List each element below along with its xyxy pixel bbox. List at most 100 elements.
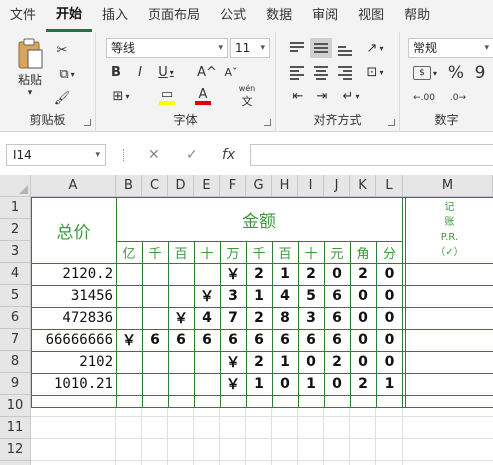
- currency-button[interactable]: $ ▾: [408, 62, 442, 84]
- increase-decimal-button[interactable]: ←.00: [410, 88, 438, 108]
- digit-cell[interactable]: [116, 285, 142, 307]
- name-box[interactable]: I14 ▾: [6, 144, 106, 166]
- digit-cell[interactable]: [142, 263, 168, 285]
- digit-cell[interactable]: 2: [298, 263, 324, 285]
- orientation-button[interactable]: ↗ ▾: [360, 38, 390, 58]
- digit-cell[interactable]: 0: [376, 307, 403, 329]
- bold-button[interactable]: B: [106, 62, 126, 82]
- digit-cell[interactable]: 6: [246, 329, 272, 351]
- digit-cell[interactable]: 6: [142, 329, 168, 351]
- underline-button[interactable]: U ▾: [152, 62, 180, 82]
- clipboard-launcher-icon[interactable]: [84, 119, 91, 126]
- digit-cell[interactable]: ￥: [168, 307, 194, 329]
- ribbon-tab[interactable]: 开始: [46, 1, 93, 32]
- column-header-b[interactable]: B: [116, 175, 142, 197]
- decrease-indent-button[interactable]: ⇤: [288, 86, 308, 106]
- column-header-m[interactable]: M: [403, 175, 493, 197]
- column-header-l[interactable]: L: [376, 175, 403, 197]
- comma-style-button[interactable]: 9: [470, 62, 490, 84]
- digit-cell[interactable]: 0: [376, 329, 403, 351]
- digit-cell[interactable]: 2: [246, 351, 272, 373]
- digit-cell[interactable]: [116, 307, 142, 329]
- digit-cell[interactable]: 0: [350, 351, 376, 373]
- digit-cell[interactable]: [168, 263, 194, 285]
- digit-cell[interactable]: 3: [220, 285, 246, 307]
- font-color-button[interactable]: A: [188, 86, 218, 106]
- percent-button[interactable]: %: [446, 62, 466, 84]
- digit-cell[interactable]: 4: [194, 307, 220, 329]
- digit-cell[interactable]: 1: [272, 351, 298, 373]
- decrease-font-button[interactable]: Aˇ: [220, 62, 242, 82]
- digit-cell[interactable]: 6: [168, 329, 194, 351]
- column-header-f[interactable]: F: [220, 175, 246, 197]
- digit-cell[interactable]: 0: [324, 373, 350, 395]
- digit-cell[interactable]: [142, 373, 168, 395]
- align-bottom-button[interactable]: [336, 40, 354, 56]
- font-launcher-icon[interactable]: [264, 119, 271, 126]
- fill-color-button[interactable]: ▭: [152, 86, 182, 106]
- wrap-merge-button[interactable]: ⊡ ▾: [360, 62, 390, 82]
- digit-cell[interactable]: 8: [272, 307, 298, 329]
- digit-cell[interactable]: 0: [324, 263, 350, 285]
- total-value-cell[interactable]: 31456: [31, 285, 113, 307]
- ribbon-tab[interactable]: 帮助: [394, 0, 440, 32]
- digit-cell[interactable]: 6: [324, 329, 350, 351]
- row-header-4[interactable]: 4: [0, 263, 31, 285]
- digit-cell[interactable]: [116, 351, 142, 373]
- digit-cell[interactable]: 2: [246, 307, 272, 329]
- ribbon-tab[interactable]: 审阅: [302, 0, 348, 32]
- decrease-decimal-button[interactable]: .0→: [444, 88, 472, 108]
- select-all-button[interactable]: [0, 175, 31, 197]
- digit-cell[interactable]: 3: [298, 307, 324, 329]
- ribbon-tab[interactable]: 文件: [0, 0, 46, 32]
- column-header-a[interactable]: A: [31, 175, 116, 197]
- total-value-cell[interactable]: 2102: [31, 351, 113, 373]
- digit-cell[interactable]: 0: [298, 351, 324, 373]
- digit-cell[interactable]: 1: [298, 373, 324, 395]
- align-left-button[interactable]: [288, 64, 306, 80]
- phonetic-button[interactable]: wén 文: [232, 84, 262, 108]
- digit-cell[interactable]: [142, 285, 168, 307]
- digit-cell[interactable]: 1: [246, 285, 272, 307]
- digit-cell[interactable]: ￥: [220, 373, 246, 395]
- row-header-10[interactable]: 10: [0, 395, 31, 417]
- digit-cell[interactable]: [168, 285, 194, 307]
- digit-cell[interactable]: [194, 263, 220, 285]
- format-painter-button[interactable]: 🖌: [52, 88, 72, 108]
- total-value-cell[interactable]: 2120.2: [31, 263, 113, 285]
- formula-input[interactable]: [250, 144, 493, 166]
- increase-indent-button[interactable]: ⇥: [312, 86, 332, 106]
- digit-cell[interactable]: [194, 351, 220, 373]
- paste-button[interactable]: 粘贴 ▾: [12, 38, 48, 98]
- spreadsheet-grid[interactable]: ABCDEFGHIJKLM12345678910111213总价金额记账P.R.…: [0, 175, 493, 465]
- ribbon-tab[interactable]: 插入: [92, 0, 138, 32]
- digit-cell[interactable]: 0: [350, 307, 376, 329]
- enter-entry-button[interactable]: ✓: [186, 144, 198, 166]
- column-header-h[interactable]: H: [272, 175, 298, 197]
- digit-cell[interactable]: 0: [376, 285, 403, 307]
- column-header-j[interactable]: J: [324, 175, 350, 197]
- number-format-select[interactable]: 常规 ▾: [408, 38, 493, 58]
- column-header-c[interactable]: C: [142, 175, 168, 197]
- ribbon-tab[interactable]: 公式: [210, 0, 256, 32]
- digit-cell[interactable]: 1: [246, 373, 272, 395]
- insert-function-button[interactable]: fx: [222, 144, 235, 166]
- digit-cell[interactable]: ￥: [220, 351, 246, 373]
- digit-cell[interactable]: 0: [272, 373, 298, 395]
- increase-font-button[interactable]: A^: [196, 62, 218, 82]
- digit-cell[interactable]: 2: [350, 373, 376, 395]
- digit-cell[interactable]: 0: [376, 263, 403, 285]
- borders-button[interactable]: ⊞ ▾: [106, 86, 136, 106]
- digit-cell[interactable]: [194, 373, 220, 395]
- copy-button[interactable]: ⧉ ▾: [52, 64, 82, 84]
- digit-cell[interactable]: ￥: [116, 329, 142, 351]
- align-center-button[interactable]: [312, 64, 330, 80]
- column-header-d[interactable]: D: [168, 175, 194, 197]
- digit-cell[interactable]: 0: [376, 351, 403, 373]
- digit-cell[interactable]: [116, 263, 142, 285]
- digit-cell[interactable]: [142, 351, 168, 373]
- digit-cell[interactable]: 6: [272, 329, 298, 351]
- digit-cell[interactable]: ￥: [194, 285, 220, 307]
- digit-cell[interactable]: 2: [246, 263, 272, 285]
- digit-cell[interactable]: 6: [298, 329, 324, 351]
